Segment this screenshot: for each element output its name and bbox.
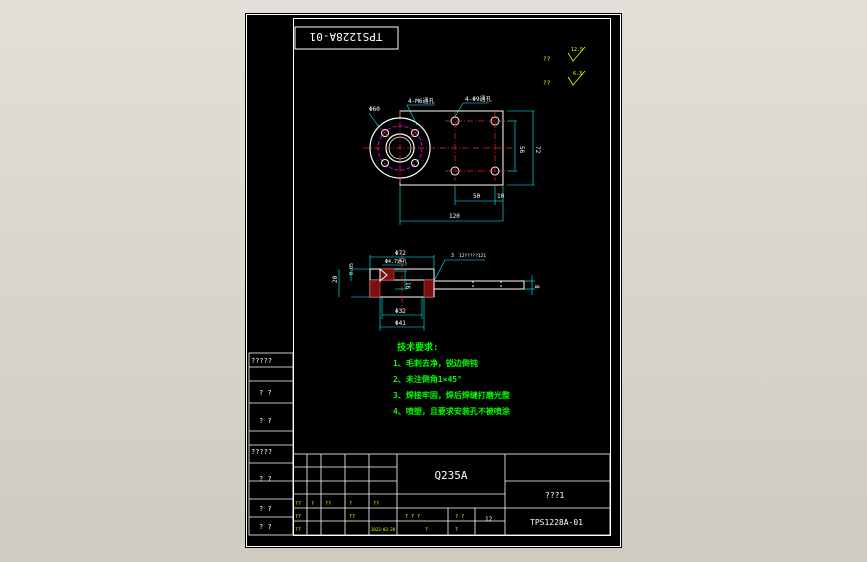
side-label: ? ? [259,505,272,513]
top-view: Φ60 4-M6通孔 4-Φ9通孔 56 72 50 10 120 [363,95,541,225]
section-view: Φ72 Φ4.7通孔 16 0.05 20 Φ32 Φ41 8 3 12????… [332,250,540,331]
roughness-label-2: ?? [543,80,551,87]
tb-cell: ? ? [455,514,464,520]
section-dims [338,255,535,331]
tb-cell: ?? [349,514,355,520]
dim-120: 120 [449,213,460,220]
tb-cell: ?? [325,501,331,507]
side-label: ? ? [259,475,272,483]
tb-cell: ? [425,527,428,533]
side-label: ????? [251,357,272,365]
tech-title: 技术要求: [397,341,438,353]
weld-num: 3 [451,253,454,259]
dim-phi72: Φ72 [395,250,406,257]
dim-m4: Φ4.7通孔 [385,258,407,265]
dim-16: 16 [404,282,411,290]
side-label: ? ? [259,523,272,531]
part-name: ???1 [545,491,564,500]
dim-005: 0.05 [349,263,355,275]
dim-50: 50 [473,193,481,200]
tb-cell: ?? [373,501,379,507]
note-threaded: 4-M6通孔 [408,97,434,105]
tb-cell: ?? [295,501,301,507]
material: Q235A [434,469,467,482]
roughness-block: ?? 12.5 ?? 6.3 [543,46,586,87]
dim-72: 72 [534,146,541,154]
side-label: ? ? [259,417,272,425]
dim-phi60: Φ60 [369,106,380,113]
tb-cell: ?? [295,527,301,533]
tb-date: 2023-03-20 [371,527,396,532]
roughness-label-1: ?? [543,56,551,63]
dim-56: 56 [518,146,525,154]
drawing-sheet: TPS1228A-01 ?? 12.5 ?? 6.3 Φ60 4-M6通孔 4-… [245,13,622,548]
dim-8: 8 [533,285,540,289]
tb-cell: ? [455,527,458,533]
side-label: ????? [251,448,272,456]
tech-item: 3、焊接牢固，焊后焊缝打磨光整 [393,390,510,400]
note-holes: 4-Φ9通孔 [465,95,491,103]
cad-drawing: TPS1228A-01 ?? 12.5 ?? 6.3 Φ60 4-M6通孔 4-… [246,14,621,547]
tb-cell: ?? [295,514,301,520]
tech-item: 4、喷塑，且要求安装孔不被喷涂 [393,406,511,416]
plate-section [433,280,525,290]
tech-item: 2、未注倒角1×45° [393,374,462,384]
rotated-number-box: TPS1228A-01 [294,26,399,50]
rotated-number: TPS1228A-01 [310,30,383,43]
tech-requirements: 技术要求: 1、毛刺去净，锐边倒钝 2、未注倒角1×45° 3、焊接牢固，焊后焊… [393,341,511,416]
dim-10: 10 [497,193,505,200]
tb-cell: ? ? ? [405,514,420,520]
inner-frame [293,18,611,536]
tech-item: 1、毛刺去净，锐边倒钝 [393,358,478,368]
roughness-value-1: 12.5 [571,47,583,53]
dim-phi41: Φ41 [395,320,406,327]
dim-20: 20 [332,275,339,283]
weld-note: 12?????121 [459,253,486,259]
dim-phi32: Φ32 [395,308,406,315]
tb-cell: ? [349,501,352,507]
tb-cell: ? [311,501,314,507]
part-code: TPS1228A-01 [530,518,583,527]
side-label: ? ? [259,389,272,397]
scale: 12 [485,516,493,523]
